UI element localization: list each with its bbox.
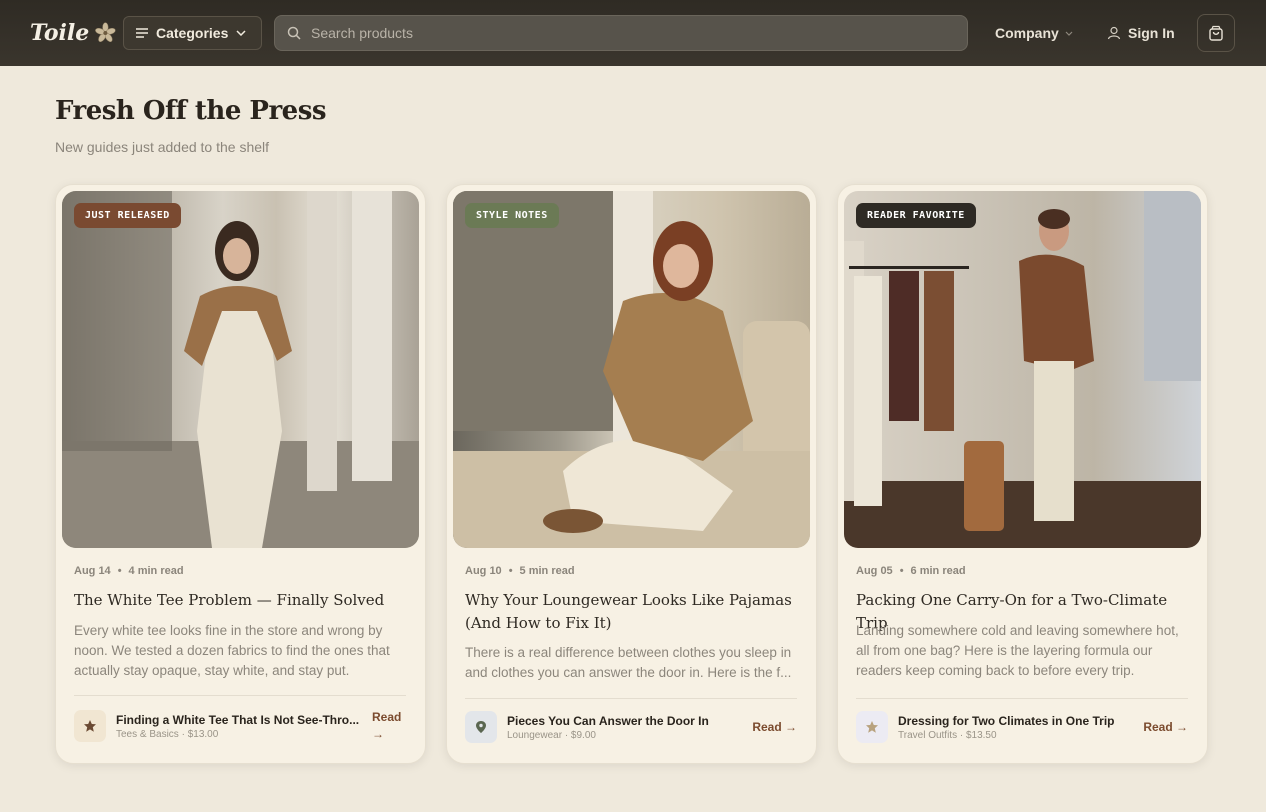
categories-label: Categories [156, 25, 229, 41]
card-badge: READER FAVORITE [856, 203, 976, 228]
article-read-time: 6 min read [910, 565, 966, 577]
categories-button[interactable]: Categories [123, 16, 262, 50]
top-navbar: Toile Categories Company Sign In [0, 0, 1266, 66]
street-photo-illustration [62, 191, 419, 548]
search-bar[interactable] [274, 15, 968, 51]
search-input[interactable] [311, 25, 955, 41]
star-icon [866, 721, 878, 733]
travel-photo-illustration [844, 191, 1201, 548]
article-card[interactable]: READER FAVORITE Aug 05 • 6 min read Pack… [837, 184, 1208, 764]
related-product[interactable]: Dressing for Two Climates in One Trip Tr… [856, 711, 1188, 743]
meta-separator: • [899, 565, 904, 577]
shopping-bag-icon [1208, 25, 1223, 41]
product-meta: Tees & Basics · $13.00 [116, 728, 219, 740]
company-label: Company [995, 25, 1059, 41]
article-read-time: 5 min read [519, 565, 575, 577]
article-title[interactable]: Why Your Loungewear Looks Like Pajamas (… [465, 589, 795, 635]
section-subtitle: New guides just added to the shelf [55, 139, 270, 155]
star-icon [84, 720, 96, 732]
article-card[interactable]: STYLE NOTES Aug 10 • 5 min read Why Your… [446, 184, 817, 764]
product-thumbnail [74, 710, 106, 742]
user-icon [1107, 26, 1121, 40]
meta-separator: • [508, 565, 513, 577]
sign-in-label: Sign In [1128, 25, 1175, 41]
flower-icon [95, 22, 116, 42]
section-title: Fresh Off the Press [55, 96, 326, 126]
article-cards: JUST RELEASED Aug 14 • 4 min read The Wh… [55, 184, 1208, 764]
article-image: JUST RELEASED [62, 191, 419, 548]
product-name: Pieces You Can Answer the Door In [507, 713, 709, 728]
sign-in-button[interactable]: Sign In [1107, 25, 1175, 41]
card-badge: JUST RELEASED [74, 203, 181, 228]
article-title[interactable]: The White Tee Problem — Finally Solved [74, 589, 404, 612]
meta-separator: • [117, 565, 122, 577]
product-name: Finding a White Tee That Is Not See-Thro… [116, 712, 360, 727]
article-meta: Aug 05 • 6 min read [856, 565, 966, 577]
product-thumbnail [465, 711, 497, 743]
chevron-down-icon [1065, 31, 1073, 36]
logo-text: Toile [30, 20, 90, 46]
article-meta: Aug 10 • 5 min read [465, 565, 575, 577]
article-date: Aug 05 [856, 565, 893, 577]
company-menu[interactable]: Company [995, 25, 1085, 41]
card-divider [465, 698, 797, 699]
article-date: Aug 14 [74, 565, 111, 577]
search-icon [287, 26, 301, 40]
read-link[interactable]: Read → [372, 709, 406, 743]
chevron-down-icon [236, 30, 246, 36]
product-meta: Loungewear · $9.00 [507, 729, 596, 741]
article-excerpt: Every white tee looks fine in the store … [74, 623, 390, 678]
article-image: STYLE NOTES [453, 191, 810, 548]
article-excerpt: There is a real difference between cloth… [465, 645, 792, 680]
product-meta: Travel Outfits · $13.50 [898, 729, 997, 741]
cart-button[interactable] [1196, 14, 1235, 52]
product-name: Dressing for Two Climates in One Trip [898, 713, 1115, 728]
article-excerpt: Landing somewhere cold and leaving somew… [856, 623, 1179, 678]
read-link[interactable]: Read → [1143, 720, 1188, 734]
lounge-photo-illustration [453, 191, 810, 548]
read-link[interactable]: Read → [752, 720, 797, 734]
card-divider [856, 698, 1188, 699]
brand-logo[interactable]: Toile [30, 20, 116, 46]
menu-icon [136, 28, 148, 38]
card-divider [74, 695, 406, 696]
related-product[interactable]: Pieces You Can Answer the Door In Lounge… [465, 711, 797, 743]
card-badge: STYLE NOTES [465, 203, 559, 228]
article-meta: Aug 14 • 4 min read [74, 565, 184, 577]
related-product[interactable]: Finding a White Tee That Is Not See-Thro… [74, 709, 406, 743]
article-read-time: 4 min read [128, 565, 184, 577]
article-image: READER FAVORITE [844, 191, 1201, 548]
article-card[interactable]: JUST RELEASED Aug 14 • 4 min read The Wh… [55, 184, 426, 764]
product-thumbnail [856, 711, 888, 743]
article-date: Aug 10 [465, 565, 502, 577]
location-pin-icon [476, 721, 486, 733]
